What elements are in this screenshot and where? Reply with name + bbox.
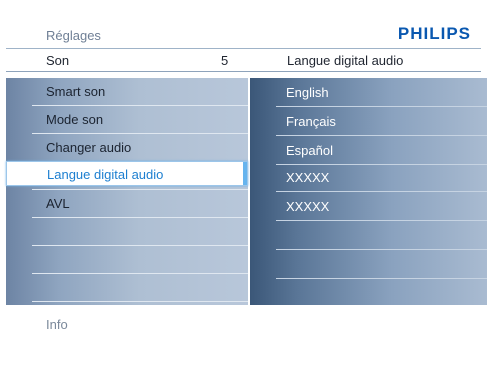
brand-logo: PHILIPS [397,24,471,43]
menu-item-empty [32,274,248,302]
page-title: Réglages [46,28,101,43]
menu-item-empty [32,218,248,246]
option-label: Español [286,143,333,158]
option-empty [276,250,487,279]
menu-item-label: Mode son [46,112,104,127]
option-empty [276,277,487,305]
menu-item-changer-audio[interactable]: Changer audio [32,134,248,162]
option-label: English [286,85,329,100]
menu-item-langue-digital-audio[interactable]: Langue digital audio [6,161,248,186]
menu-item-label: Smart son [46,84,106,99]
breadcrumb-category: Son [46,53,70,68]
options-list: English Français Español XXXXX XXXXX [250,78,487,305]
menu-item-label-selected: Langue digital audio [47,167,164,182]
menu-item-smart-son[interactable]: Smart son [32,78,248,106]
info-text: Info [46,317,68,332]
option-xxxxx-1[interactable]: XXXXX [276,163,487,192]
menu-item-mode-son[interactable]: Mode son [32,106,248,134]
header-divider [6,48,481,49]
option-label: Français [286,114,336,129]
option-empty [276,221,487,250]
option-espanol[interactable]: Español [276,136,487,165]
breadcrumb-subpage: Langue digital audio [287,53,404,68]
selection-indicator [243,162,247,185]
option-label: XXXXX [286,199,330,214]
option-label: XXXXX [286,170,330,185]
menu-item-empty [32,246,248,274]
menu-item-avl[interactable]: AVL [32,190,248,218]
option-francais[interactable]: Français [276,107,487,136]
subheader-divider [6,71,481,72]
option-english[interactable]: English [276,78,487,107]
option-xxxxx-2[interactable]: XXXXX [276,192,487,221]
breadcrumb-index: 5 [221,53,229,68]
menu-item-label: AVL [46,196,70,211]
menu-item-label: Changer audio [46,140,132,155]
settings-menu: Smart son Mode son Changer audio AVL [6,78,248,305]
